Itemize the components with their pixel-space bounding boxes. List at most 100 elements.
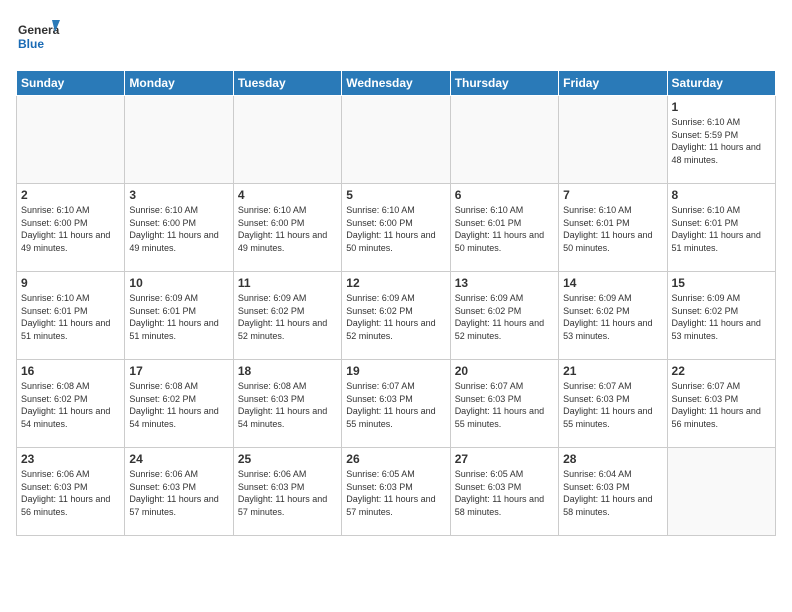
day-number: 15 [672, 276, 771, 290]
calendar-cell: 3Sunrise: 6:10 AM Sunset: 6:00 PM Daylig… [125, 184, 233, 272]
calendar-cell: 1 Sunrise: 6:10 AM Sunset: 5:59 PM Daylig… [667, 96, 775, 184]
day-info: Sunrise: 6:09 AM Sunset: 6:01 PM Dayligh… [129, 292, 228, 342]
calendar-cell: 14 Sunrise: 6:09 AM Sunset: 6:02 PM Dayli… [559, 272, 667, 360]
week-row-3: 9 Sunrise: 6:10 AM Sunset: 6:01 PM Daylig… [17, 272, 776, 360]
day-info: Sunrise: 6:10 AM Sunset: 6:01 PM Dayligh… [455, 204, 554, 254]
calendar-cell: 15 Sunrise: 6:09 AM Sunset: 6:02 PM Dayli… [667, 272, 775, 360]
calendar-table: SundayMondayTuesdayWednesdayThursdayFrid… [16, 70, 776, 536]
day-number: 25 [238, 452, 337, 466]
calendar-cell: 23 Sunrise: 6:06 AM Sunset: 6:03 PM Dayli… [17, 448, 125, 536]
calendar-cell: 20 Sunrise: 6:07 AM Sunset: 6:03 PM Dayli… [450, 360, 558, 448]
day-info: Sunrise: 6:05 AM Sunset: 6:03 PM Dayligh… [346, 468, 445, 518]
day-info: Sunrise: 6:10 AM Sunset: 6:00 PM Dayligh… [21, 204, 120, 254]
day-number: 28 [563, 452, 662, 466]
calendar-cell: 27 Sunrise: 6:05 AM Sunset: 6:03 PM Dayli… [450, 448, 558, 536]
day-number: 10 [129, 276, 228, 290]
day-number: 11 [238, 276, 337, 290]
day-number: 2 [21, 188, 120, 202]
week-row-5: 23 Sunrise: 6:06 AM Sunset: 6:03 PM Dayli… [17, 448, 776, 536]
day-number: 18 [238, 364, 337, 378]
day-number: 5 [346, 188, 445, 202]
day-info: Sunrise: 6:05 AM Sunset: 6:03 PM Dayligh… [455, 468, 554, 518]
day-info: Sunrise: 6:07 AM Sunset: 6:03 PM Dayligh… [672, 380, 771, 430]
weekday-header-thursday: Thursday [450, 71, 558, 96]
day-info: Sunrise: 6:09 AM Sunset: 6:02 PM Dayligh… [455, 292, 554, 342]
day-info: Sunrise: 6:10 AM Sunset: 6:00 PM Dayligh… [346, 204, 445, 254]
calendar-cell: 11Sunrise: 6:09 AM Sunset: 6:02 PM Dayli… [233, 272, 341, 360]
day-number: 4 [238, 188, 337, 202]
day-info: Sunrise: 6:06 AM Sunset: 6:03 PM Dayligh… [21, 468, 120, 518]
weekday-header-wednesday: Wednesday [342, 71, 450, 96]
day-info: Sunrise: 6:07 AM Sunset: 6:03 PM Dayligh… [455, 380, 554, 430]
calendar-cell [667, 448, 775, 536]
header: General Blue [16, 16, 776, 60]
day-info: Sunrise: 6:09 AM Sunset: 6:02 PM Dayligh… [346, 292, 445, 342]
calendar-cell: 17 Sunrise: 6:08 AM Sunset: 6:02 PM Dayli… [125, 360, 233, 448]
calendar-cell: 26 Sunrise: 6:05 AM Sunset: 6:03 PM Dayli… [342, 448, 450, 536]
day-number: 13 [455, 276, 554, 290]
svg-text:Blue: Blue [18, 37, 44, 51]
day-number: 20 [455, 364, 554, 378]
logo-area: General Blue [16, 16, 60, 60]
calendar-cell: 13 Sunrise: 6:09 AM Sunset: 6:02 PM Dayli… [450, 272, 558, 360]
calendar-cell: 2 Sunrise: 6:10 AM Sunset: 6:00 PM Daylig… [17, 184, 125, 272]
day-info: Sunrise: 6:10 AM Sunset: 6:00 PM Dayligh… [238, 204, 337, 254]
calendar-cell: 19Sunrise: 6:07 AM Sunset: 6:03 PM Dayli… [342, 360, 450, 448]
week-row-2: 2 Sunrise: 6:10 AM Sunset: 6:00 PM Daylig… [17, 184, 776, 272]
logo-icon: General Blue [16, 16, 60, 60]
day-info: Sunrise: 6:10 AM Sunset: 6:00 PM Dayligh… [129, 204, 228, 254]
day-number: 16 [21, 364, 120, 378]
day-number: 1 [672, 100, 771, 114]
calendar-cell: 18 Sunrise: 6:08 AM Sunset: 6:03 PM Dayli… [233, 360, 341, 448]
week-row-1: 1 Sunrise: 6:10 AM Sunset: 5:59 PM Daylig… [17, 96, 776, 184]
day-number: 23 [21, 452, 120, 466]
calendar-cell: 21 Sunrise: 6:07 AM Sunset: 6:03 PM Dayli… [559, 360, 667, 448]
weekday-header-row: SundayMondayTuesdayWednesdayThursdayFrid… [17, 71, 776, 96]
calendar-cell [450, 96, 558, 184]
day-number: 9 [21, 276, 120, 290]
calendar-cell [559, 96, 667, 184]
day-number: 27 [455, 452, 554, 466]
calendar-cell: 28 Sunrise: 6:04 AM Sunset: 6:03 PM Dayli… [559, 448, 667, 536]
weekday-header-tuesday: Tuesday [233, 71, 341, 96]
day-number: 6 [455, 188, 554, 202]
day-number: 21 [563, 364, 662, 378]
weekday-header-monday: Monday [125, 71, 233, 96]
calendar-cell: 25 Sunrise: 6:06 AM Sunset: 6:03 PM Dayli… [233, 448, 341, 536]
day-info: Sunrise: 6:06 AM Sunset: 6:03 PM Dayligh… [129, 468, 228, 518]
calendar-cell [17, 96, 125, 184]
calendar-cell: 24 Sunrise: 6:06 AM Sunset: 6:03 PM Dayli… [125, 448, 233, 536]
logo: General Blue [16, 16, 60, 60]
calendar-cell: 7Sunrise: 6:10 AM Sunset: 6:01 PM Daylig… [559, 184, 667, 272]
weekday-header-friday: Friday [559, 71, 667, 96]
weekday-header-saturday: Saturday [667, 71, 775, 96]
day-number: 17 [129, 364, 228, 378]
week-row-4: 16 Sunrise: 6:08 AM Sunset: 6:02 PM Dayli… [17, 360, 776, 448]
day-number: 8 [672, 188, 771, 202]
weekday-header-sunday: Sunday [17, 71, 125, 96]
calendar-cell: 6 Sunrise: 6:10 AM Sunset: 6:01 PM Daylig… [450, 184, 558, 272]
day-number: 19 [346, 364, 445, 378]
calendar-cell: 9 Sunrise: 6:10 AM Sunset: 6:01 PM Daylig… [17, 272, 125, 360]
day-number: 7 [563, 188, 662, 202]
day-info: Sunrise: 6:07 AM Sunset: 6:03 PM Dayligh… [563, 380, 662, 430]
calendar-cell [342, 96, 450, 184]
calendar-cell: 10 Sunrise: 6:09 AM Sunset: 6:01 PM Dayli… [125, 272, 233, 360]
day-number: 24 [129, 452, 228, 466]
day-info: Sunrise: 6:10 AM Sunset: 5:59 PM Dayligh… [672, 116, 771, 166]
day-info: Sunrise: 6:08 AM Sunset: 6:03 PM Dayligh… [238, 380, 337, 430]
day-info: Sunrise: 6:09 AM Sunset: 6:02 PM Dayligh… [672, 292, 771, 342]
day-number: 14 [563, 276, 662, 290]
day-number: 26 [346, 452, 445, 466]
day-info: Sunrise: 6:10 AM Sunset: 6:01 PM Dayligh… [21, 292, 120, 342]
day-info: Sunrise: 6:04 AM Sunset: 6:03 PM Dayligh… [563, 468, 662, 518]
calendar-cell: 4 Sunrise: 6:10 AM Sunset: 6:00 PM Daylig… [233, 184, 341, 272]
day-info: Sunrise: 6:06 AM Sunset: 6:03 PM Dayligh… [238, 468, 337, 518]
day-info: Sunrise: 6:08 AM Sunset: 6:02 PM Dayligh… [129, 380, 228, 430]
day-number: 12 [346, 276, 445, 290]
calendar-cell [125, 96, 233, 184]
day-info: Sunrise: 6:09 AM Sunset: 6:02 PM Dayligh… [563, 292, 662, 342]
calendar-cell: 16Sunrise: 6:08 AM Sunset: 6:02 PM Dayli… [17, 360, 125, 448]
calendar-cell: 5 Sunrise: 6:10 AM Sunset: 6:00 PM Daylig… [342, 184, 450, 272]
calendar-cell: 8Sunrise: 6:10 AM Sunset: 6:01 PM Daylig… [667, 184, 775, 272]
